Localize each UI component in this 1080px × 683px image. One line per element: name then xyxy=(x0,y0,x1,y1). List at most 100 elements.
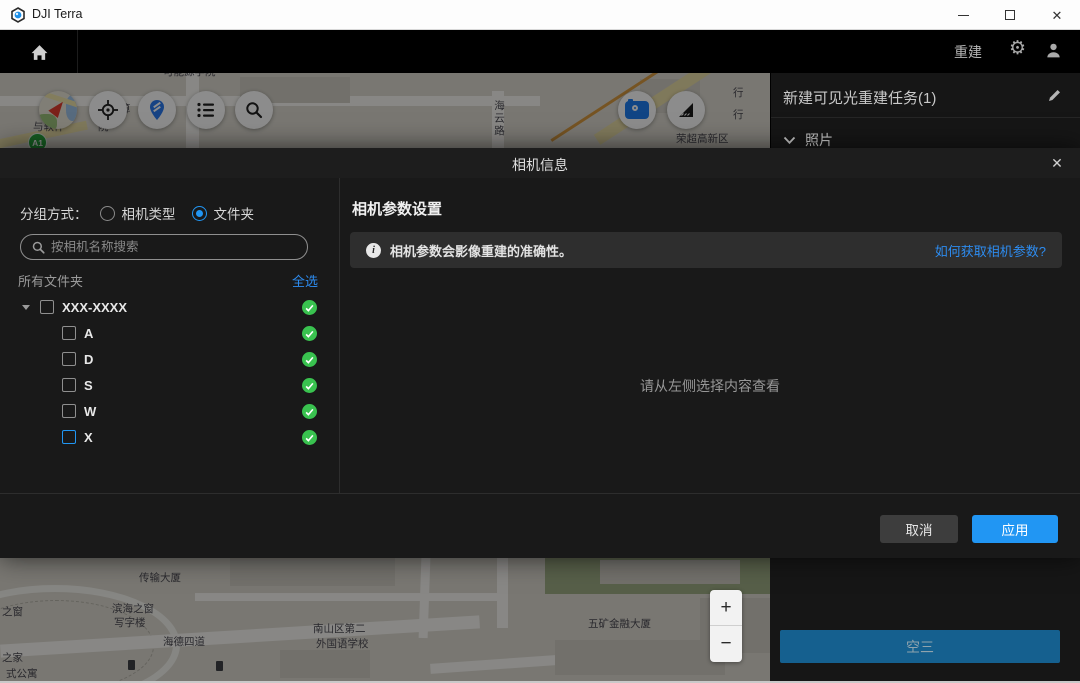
edit-pencil-icon[interactable] xyxy=(1047,88,1062,103)
cancel-button[interactable]: 取消 xyxy=(880,515,958,543)
camera-search-input[interactable] xyxy=(49,236,299,258)
valid-check-badge xyxy=(302,300,317,315)
map-label: 之家 xyxy=(2,650,23,665)
map-label: 海云路 xyxy=(492,100,507,138)
footer-divider xyxy=(0,493,1080,494)
map-label: 外国语学校 xyxy=(316,636,369,651)
map-building xyxy=(280,650,370,678)
panel-divider xyxy=(771,117,1080,118)
notice-text: 相机参数会影像重建的准确性。 xyxy=(390,241,935,260)
close-window-button[interactable]: ✕ xyxy=(1034,0,1080,30)
valid-check-badge xyxy=(302,430,317,445)
search-icon xyxy=(244,100,264,120)
folder-checkbox[interactable] xyxy=(62,404,76,418)
radio-camera-type[interactable] xyxy=(100,206,115,221)
task-panel-footer: 空三 xyxy=(770,558,1080,683)
folder-label[interactable]: XXX-XXXX xyxy=(62,300,127,315)
map-search-button[interactable] xyxy=(235,91,273,129)
dji-terra-logo-icon xyxy=(10,7,26,23)
map-label: 传输大厦 xyxy=(139,570,181,585)
folder-checkbox[interactable] xyxy=(62,326,76,340)
measure-button[interactable] xyxy=(667,91,705,129)
dialog-title: 相机信息 xyxy=(0,155,1080,175)
folder-label[interactable]: A xyxy=(84,326,93,341)
folder-checkbox[interactable] xyxy=(62,430,76,444)
empty-hint: 请从左侧选择内容查看 xyxy=(340,376,1080,396)
close-icon: ✕ xyxy=(1052,9,1063,22)
folder-tree-row[interactable]: X xyxy=(0,425,339,451)
select-all-link[interactable]: 全选 xyxy=(292,271,318,290)
folder-label[interactable]: D xyxy=(84,352,93,367)
folder-checkbox[interactable] xyxy=(62,352,76,366)
folder-tree-row[interactable]: S xyxy=(0,373,339,399)
zoom-out-button[interactable]: − xyxy=(710,626,742,661)
valid-check-badge xyxy=(302,326,317,341)
ruler-triangle-icon xyxy=(676,100,696,120)
home-button[interactable] xyxy=(20,38,58,66)
notice-bar: i 相机参数会影像重建的准确性。 如何获取相机参数? xyxy=(350,232,1062,268)
folder-checkbox[interactable] xyxy=(40,300,54,314)
minimize-button[interactable] xyxy=(940,0,986,30)
radio-folder-label[interactable]: 文件夹 xyxy=(214,203,255,223)
grouping-label: 分组方式： xyxy=(20,203,88,223)
map-poi-icon xyxy=(128,660,135,670)
list-icon xyxy=(196,101,216,119)
aerotriangulation-button[interactable]: 空三 xyxy=(780,630,1060,663)
window-title: DJI Terra xyxy=(32,7,82,21)
layers-list-button[interactable] xyxy=(187,91,225,129)
settings-gear-icon[interactable]: ⚙ xyxy=(1009,37,1026,60)
map-label: 行 xyxy=(733,107,744,122)
task-panel: 新建可见光重建任务(1) 照片 xyxy=(770,73,1080,148)
apply-button[interactable]: 应用 xyxy=(972,515,1058,543)
dialog-close-button[interactable]: ✕ xyxy=(1048,154,1066,172)
map-label: 式公寓 xyxy=(6,666,38,681)
map-label: 南山区第二 xyxy=(313,621,366,636)
help-link[interactable]: 如何获取相机参数? xyxy=(935,241,1046,260)
maximize-button[interactable] xyxy=(987,0,1033,30)
search-icon xyxy=(31,240,46,255)
zoom-in-button[interactable]: + xyxy=(710,590,742,625)
folder-tree-row[interactable]: W xyxy=(0,399,339,425)
camera-capture-button[interactable] xyxy=(618,91,656,129)
map-zoom-control: + − xyxy=(710,590,742,662)
pane-divider xyxy=(339,178,340,493)
params-heading: 相机参数设置 xyxy=(352,198,442,219)
radio-folder[interactable] xyxy=(192,206,207,221)
pin-button[interactable] xyxy=(138,91,176,129)
map-bottom[interactable]: 传输大厦滨海之窗写字楼海德四道南山区第二外国语学校五矿金融大厦之窗之家式公寓 +… xyxy=(0,558,770,683)
map-marker-a1[interactable]: A1 xyxy=(28,133,47,148)
folder-label[interactable]: S xyxy=(84,378,93,393)
crosshair-icon xyxy=(97,99,119,121)
minimap-green xyxy=(39,114,57,129)
map-label: 可能源学院 xyxy=(163,73,216,79)
dialog-header: 相机信息 ✕ xyxy=(0,148,1080,178)
valid-check-badge xyxy=(302,404,317,419)
folder-tree: XXX-XXXX ADSWX xyxy=(0,295,339,451)
map-poi-icon xyxy=(216,661,223,671)
folder-checkbox[interactable] xyxy=(62,378,76,392)
photos-label: 照片 xyxy=(805,130,833,150)
toolbar-divider xyxy=(77,30,78,73)
map-pin-icon xyxy=(148,99,166,121)
locate-button[interactable] xyxy=(89,91,127,129)
map-label: 滨海之窗 xyxy=(112,601,154,616)
folder-tree-row[interactable]: D xyxy=(0,347,339,373)
map-road xyxy=(195,593,505,601)
folder-label[interactable]: W xyxy=(84,404,96,419)
valid-check-badge xyxy=(302,378,317,393)
info-icon: i xyxy=(366,243,381,258)
camera-icon xyxy=(625,101,649,119)
maximize-icon xyxy=(1005,10,1015,20)
home-icon xyxy=(30,44,49,61)
map-label: 写字楼 xyxy=(114,615,146,630)
folder-tree-row[interactable]: A xyxy=(0,321,339,347)
map-building xyxy=(600,560,740,584)
radio-camera-type-label[interactable]: 相机类型 xyxy=(122,203,176,223)
folder-tree-row[interactable]: XXX-XXXX xyxy=(0,295,339,321)
folder-label[interactable]: X xyxy=(84,430,93,445)
map-mode-button[interactable] xyxy=(39,91,77,129)
photos-section-header[interactable]: 照片 xyxy=(783,130,833,150)
expander-arrow-icon[interactable] xyxy=(22,305,30,310)
rebuild-menu[interactable]: 重建 xyxy=(954,42,982,62)
account-person-icon[interactable] xyxy=(1045,42,1062,59)
